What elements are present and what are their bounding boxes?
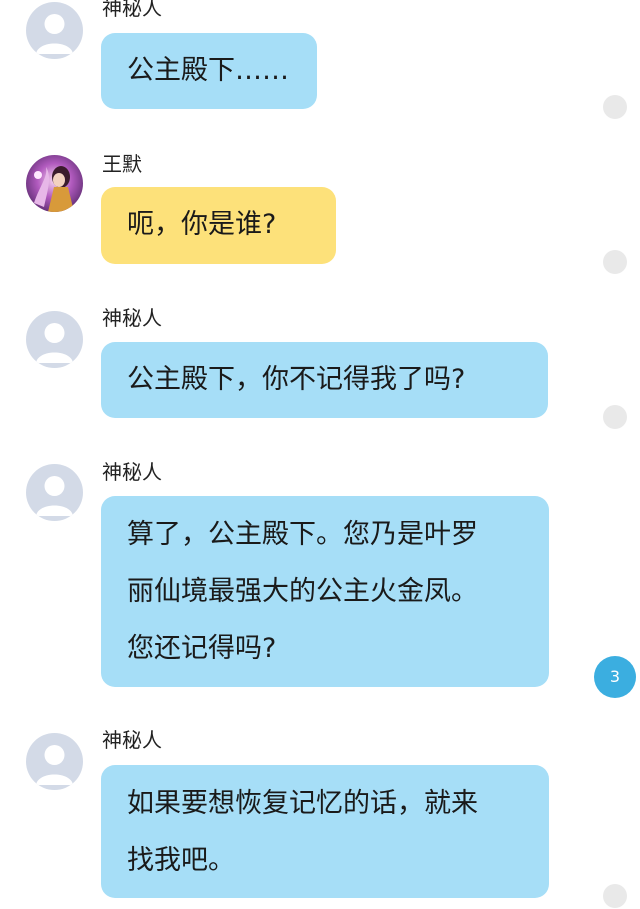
avatar-default[interactable] [26, 311, 83, 368]
message-line: 找我吧。 [127, 845, 235, 876]
status-dot [603, 95, 627, 119]
character-avatar-icon [26, 155, 83, 212]
user-silhouette-icon [36, 476, 73, 516]
avatar-default[interactable] [26, 2, 83, 59]
avatar-default[interactable] [26, 464, 83, 521]
avatar-wangmo[interactable] [26, 155, 83, 212]
sender-name: 神秘人 [102, 728, 162, 752]
user-silhouette-icon [36, 323, 73, 363]
sender-name: 王默 [102, 152, 142, 176]
message-line: 公主殿下…… [127, 55, 289, 86]
message-line: 您还记得吗? [127, 633, 277, 664]
avatar-default[interactable] [26, 733, 83, 790]
message-bubble[interactable]: 算了，公主殿下。您乃是叶罗 丽仙境最强大的公主火金凤。 您还记得吗? [101, 496, 549, 687]
message-bubble[interactable]: 公主殿下，你不记得我了吗? [101, 342, 548, 418]
message-line: 算了，公主殿下。您乃是叶罗 [127, 519, 478, 550]
sender-name: 神秘人 [102, 460, 162, 484]
unread-count-badge[interactable]: 3 [594, 656, 636, 698]
status-dot [603, 405, 627, 429]
sender-name: 神秘人 [102, 0, 162, 20]
message-bubble[interactable]: 如果要想恢复记忆的话，就来 找我吧。 [101, 765, 549, 898]
user-silhouette-icon [36, 745, 73, 785]
sender-name: 神秘人 [102, 306, 162, 330]
message-line: 公主殿下，你不记得我了吗? [127, 364, 466, 395]
message-bubble[interactable]: 呃，你是谁? [101, 187, 336, 264]
message-line: 丽仙境最强大的公主火金凤。 [127, 576, 478, 607]
message-line: 呃，你是谁? [127, 209, 277, 240]
message-line: 如果要想恢复记忆的话，就来 [127, 788, 478, 819]
status-dot [603, 884, 627, 908]
message-bubble[interactable]: 公主殿下…… [101, 33, 317, 109]
user-silhouette-icon [36, 14, 73, 54]
status-dot [603, 250, 627, 274]
